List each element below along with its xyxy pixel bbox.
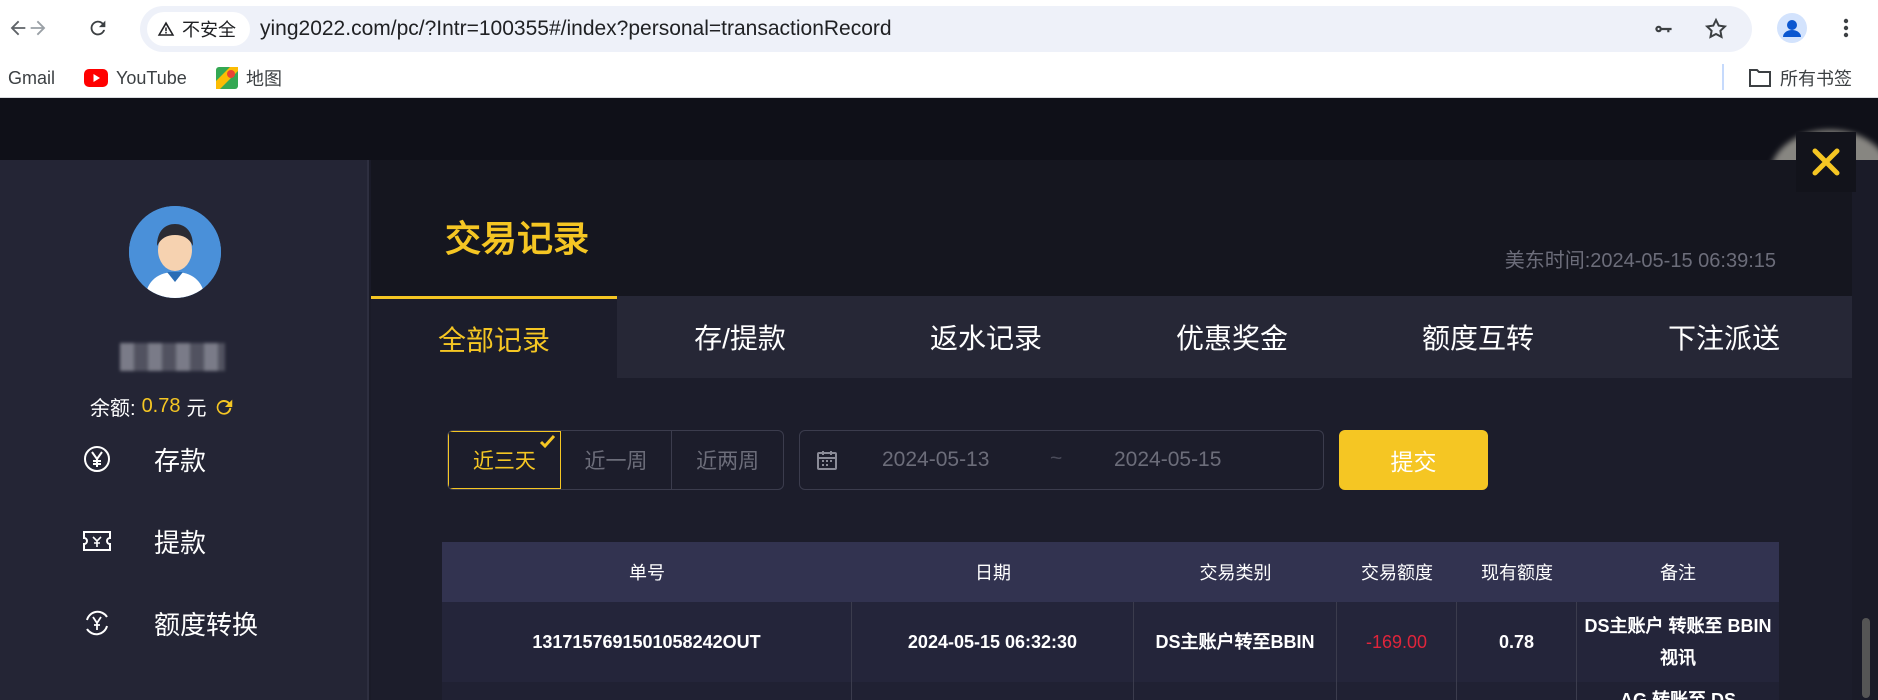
date-start[interactable]: 2024-05-13: [882, 448, 989, 472]
reload-icon[interactable]: [80, 10, 116, 46]
star-icon[interactable]: [1700, 13, 1732, 45]
modal-title: 交易记录: [445, 218, 590, 259]
modal-header: 交易记录 美东时间:2024-05-15 06:39:15: [371, 160, 1852, 296]
cell-empty: [1134, 682, 1337, 700]
col-amount: 交易额度: [1361, 563, 1433, 583]
date-separator: ~: [1050, 447, 1063, 470]
balance-display: 余额: 0.78 元: [90, 392, 235, 421]
server-time-label: 美东时间:: [1504, 250, 1591, 272]
tab-rebate[interactable]: 返水记录: [863, 296, 1109, 378]
calendar-icon: [817, 451, 837, 470]
menu-label: 额度转换: [154, 609, 259, 640]
warning-icon: [157, 21, 175, 36]
server-time: 美东时间:2024-05-15 06:39:15: [1505, 244, 1776, 273]
col-date: 日期: [975, 563, 1011, 583]
profile-icon[interactable]: [1774, 10, 1810, 46]
transfer-yen-icon: [80, 606, 114, 640]
cell-date: 2024-05-15 06:32:30: [852, 602, 1134, 682]
range-one-week[interactable]: 近一周: [561, 431, 673, 489]
folder-icon: [1749, 69, 1771, 87]
cell-order-id: 1317157691501058242OUT: [442, 602, 852, 682]
scrollbar-thumb[interactable]: [1862, 618, 1870, 698]
sidebar: 余额: 0.78 元 存款 提款 额度转换: [0, 160, 369, 700]
youtube-icon: [84, 69, 108, 87]
balance-label: 余额:: [90, 398, 136, 420]
more-vert-icon[interactable]: [1828, 10, 1864, 46]
username-masked: [120, 343, 225, 371]
tab-bonus[interactable]: 优惠奖金: [1109, 296, 1355, 378]
cell-balance: 0.78: [1457, 602, 1577, 682]
col-balance: 现有额度: [1481, 563, 1553, 583]
date-range-picker[interactable]: 2024-05-13 ~ 2024-05-15: [799, 430, 1324, 490]
date-end[interactable]: 2024-05-15: [1114, 448, 1221, 472]
transaction-record-modal: 交易记录 美东时间:2024-05-15 06:39:15 全部记录 存/提款 …: [371, 160, 1852, 700]
close-icon: [1812, 148, 1840, 176]
bookmark-gmail[interactable]: Gmail: [8, 66, 55, 90]
cell-empty: [1337, 682, 1457, 700]
cell-empty: [442, 682, 852, 700]
cell-amount: -169.00: [1337, 602, 1457, 682]
menu-label: 提款: [154, 527, 207, 558]
tab-all-records[interactable]: 全部记录: [371, 296, 617, 378]
tab-deposit-withdraw[interactable]: 存/提款: [617, 296, 863, 378]
transaction-table: 单号 日期 交易类别 交易额度 现有额度 备注 1317157691501058…: [442, 542, 1779, 700]
range-label: 近三天: [472, 450, 536, 473]
tab-bet-payout[interactable]: 下注派送: [1601, 296, 1847, 378]
balance-unit: 元: [186, 398, 207, 420]
page-content: 余额: 0.78 元 存款 提款 额度转换 交易记录 美东时间:2024-05-…: [0, 98, 1878, 700]
record-tabs: 全部记录 存/提款 返水记录 优惠奖金 额度互转 下注派送: [371, 296, 1852, 378]
maps-icon: [216, 67, 238, 89]
range-two-weeks[interactable]: 近两周: [672, 431, 783, 489]
table-row-partial: AG 转账至 DS: [442, 682, 1779, 700]
cell-type: DS主账户转至BBIN: [1134, 602, 1337, 682]
bookmark-maps[interactable]: 地图: [216, 66, 282, 90]
browser-toolbar: 不安全 ying2022.com/pc/?Intr=100355#/index?…: [0, 0, 1878, 58]
bookmark-label: Gmail: [8, 67, 56, 88]
col-type: 交易类别: [1199, 563, 1272, 583]
forward-arrow-icon[interactable]: [20, 10, 56, 46]
submit-button[interactable]: 提交: [1339, 430, 1488, 490]
menu-deposit[interactable]: 存款: [80, 439, 206, 479]
table-header: 单号 日期 交易类别 交易额度 现有额度 备注: [442, 542, 1779, 602]
yen-circle-icon: [80, 442, 114, 476]
bookmarks-divider: [1722, 64, 1724, 90]
all-bookmarks-button[interactable]: 所有书签: [1748, 66, 1852, 90]
bookmark-label: 地图: [246, 69, 282, 89]
cell-note-partial: AG 转账至 DS: [1619, 690, 1736, 700]
server-time-value: 2024-05-15 06:39:15: [1590, 250, 1776, 272]
bookmark-youtube[interactable]: YouTube: [84, 66, 187, 90]
cell-empty: [852, 682, 1134, 700]
bookmarks-bar: Gmail YouTube 地图 所有书签: [0, 58, 1878, 98]
range-three-days[interactable]: 近三天: [448, 431, 561, 489]
cell-note: DS主账户 转账至 BBIN视讯: [1584, 616, 1772, 668]
col-order-id: 单号: [629, 563, 665, 583]
security-chip[interactable]: 不安全: [147, 12, 250, 46]
security-label: 不安全: [182, 20, 236, 40]
menu-label: 存款: [154, 445, 207, 476]
balance-value: 0.78: [141, 395, 181, 417]
avatar: [129, 206, 221, 298]
all-bookmarks-label: 所有书签: [1780, 69, 1852, 89]
refresh-icon[interactable]: [213, 396, 235, 418]
quick-range-group: 近三天 近一周 近两周: [447, 430, 784, 490]
menu-withdraw[interactable]: 提款: [80, 521, 206, 561]
url-text[interactable]: ying2022.com/pc/?Intr=100355#/index?pers…: [260, 6, 892, 52]
bookmark-label: YouTube: [116, 67, 187, 88]
col-note: 备注: [1660, 563, 1696, 583]
close-modal-button[interactable]: [1796, 132, 1856, 192]
ticket-icon: [80, 524, 114, 558]
background-header-blurred: [0, 98, 1878, 160]
menu-transfer[interactable]: 额度转换: [80, 603, 258, 643]
address-bar[interactable]: 不安全 ying2022.com/pc/?Intr=100355#/index?…: [140, 6, 1752, 52]
checkmark-icon: [539, 434, 555, 449]
cell-empty: [1457, 682, 1577, 700]
tab-transfer[interactable]: 额度互转: [1355, 296, 1601, 378]
table-row: 1317157691501058242OUT 2024-05-15 06:32:…: [442, 602, 1779, 682]
key-icon[interactable]: [1648, 13, 1680, 45]
